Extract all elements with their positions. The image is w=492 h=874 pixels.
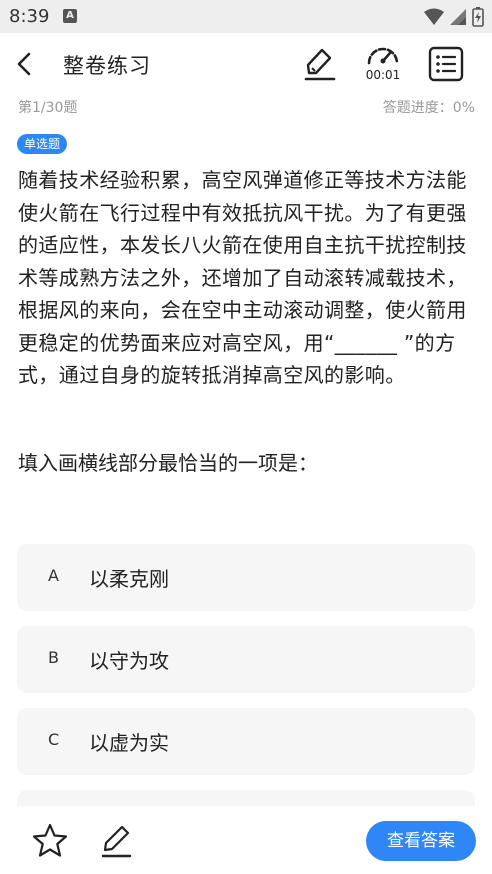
timer-value: 00:01 bbox=[365, 68, 401, 82]
status-icons bbox=[424, 7, 484, 27]
view-answer-button[interactable]: 查看答案 bbox=[366, 821, 476, 861]
status-bar: 8:39 A bbox=[0, 0, 492, 33]
note-button[interactable] bbox=[98, 820, 136, 860]
speedometer-icon bbox=[367, 47, 399, 65]
option-letter: A bbox=[48, 566, 59, 585]
question-list-button[interactable] bbox=[427, 45, 465, 83]
app-header: 整卷练习 00:01 bbox=[0, 33, 492, 95]
pen-icon bbox=[304, 48, 336, 81]
question-prompt: 填入画横线部分最恰当的一项是： bbox=[18, 451, 318, 475]
option-c[interactable]: C 以虚为实 bbox=[17, 708, 475, 775]
chevron-left-icon bbox=[17, 52, 31, 76]
signal-icon bbox=[450, 9, 466, 25]
question-text: 随着技术经验积累，高空风弹道修正等技术方法能使火箭在飞行过程中有效抵抗风干扰。为… bbox=[18, 168, 467, 387]
option-letter: C bbox=[48, 730, 60, 749]
status-time: 8:39 bbox=[9, 6, 50, 27]
battery-charging-icon bbox=[472, 7, 484, 27]
draft-pen-button[interactable] bbox=[300, 44, 340, 84]
progress-row: 第1/30题 答题进度：0% bbox=[0, 95, 492, 117]
question-type-badge: 单选题 bbox=[17, 134, 68, 154]
option-text: 以守为攻 bbox=[89, 649, 169, 673]
wifi-icon bbox=[424, 8, 444, 25]
list-icon bbox=[428, 46, 464, 82]
option-a[interactable]: A 以柔克刚 bbox=[17, 544, 475, 611]
option-text: 以虚为实 bbox=[89, 731, 169, 755]
notification-icon: A bbox=[63, 9, 77, 23]
favorite-button[interactable] bbox=[31, 822, 69, 860]
edit-icon bbox=[101, 825, 132, 858]
question-number: 第1/30题 bbox=[18, 100, 78, 116]
star-icon bbox=[32, 823, 68, 857]
option-letter: B bbox=[48, 648, 59, 667]
timer-button[interactable]: 00:01 bbox=[362, 41, 404, 89]
bottom-bar: 查看答案 bbox=[0, 806, 492, 874]
option-text: 以柔克刚 bbox=[89, 567, 169, 591]
back-button[interactable] bbox=[10, 49, 40, 79]
page-title: 整卷练习 bbox=[63, 54, 151, 78]
answer-progress: 答题进度：0% bbox=[382, 100, 475, 116]
option-b[interactable]: B 以守为攻 bbox=[17, 626, 475, 693]
